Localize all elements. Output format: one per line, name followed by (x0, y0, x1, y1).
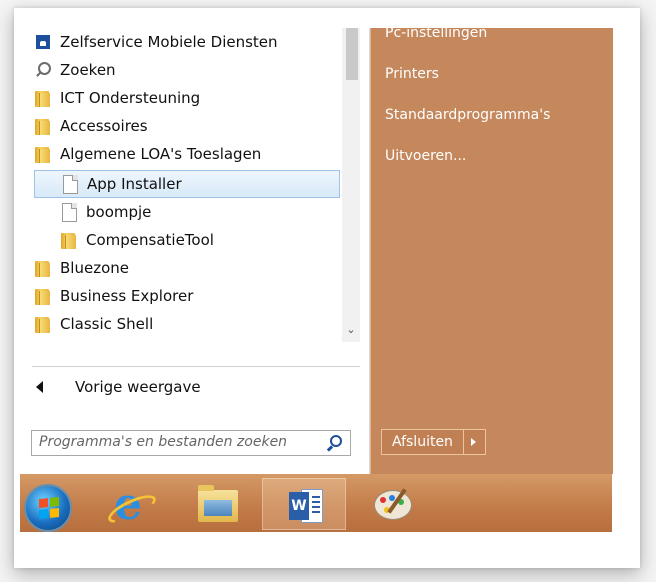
divider (32, 366, 360, 367)
chevron-down-icon[interactable]: ⌄ (342, 320, 360, 340)
taskbar-word[interactable]: W (262, 478, 346, 530)
microsoft-word-icon: W (289, 489, 325, 523)
shutdown-control: Afsluiten (381, 429, 486, 455)
start-menu-left-pane: Zelfservice Mobiele Diensten Zoeken ICT … (20, 28, 370, 474)
link-default-programs[interactable]: Standaardprogramma's (385, 107, 550, 123)
start-menu-right-pane: Pc-instellingen Printers Standaardprogra… (370, 25, 613, 474)
document-icon (61, 175, 79, 194)
start-menu: Zelfservice Mobiele Diensten Zoeken ICT … (20, 25, 613, 474)
taskbar: e W (20, 474, 612, 532)
folder-icon (34, 287, 52, 305)
shutdown-options-arrow-icon[interactable] (463, 429, 486, 455)
internet-explorer-icon: e (108, 483, 148, 527)
list-item-label: Business Explorer (60, 287, 194, 305)
list-item-business-explorer[interactable]: Business Explorer (34, 282, 193, 310)
shutdown-button[interactable]: Afsluiten (381, 429, 464, 455)
list-item-ict-ondersteuning[interactable]: ICT Ondersteuning (34, 84, 200, 112)
back-button[interactable]: Vorige weergave (36, 373, 201, 401)
folder-icon (34, 315, 52, 333)
list-item-label: Algemene LOA's Toeslagen (60, 145, 262, 163)
folder-icon (34, 259, 52, 277)
back-arrow-icon (36, 381, 43, 393)
program-list: Zelfservice Mobiele Diensten Zoeken ICT … (20, 28, 350, 342)
folder-icon (34, 145, 52, 163)
taskbar-paint[interactable] (348, 478, 432, 530)
start-button[interactable] (20, 478, 80, 532)
list-item-boompje[interactable]: boompje (60, 198, 151, 226)
list-item-label: App Installer (87, 175, 182, 193)
list-item-label: boompje (86, 203, 152, 221)
list-item-bluezone[interactable]: Bluezone (34, 254, 129, 282)
paint-palette-icon (374, 490, 412, 520)
list-item-label: Bluezone (60, 259, 129, 277)
link-printers[interactable]: Printers (385, 66, 439, 82)
list-item-label: ICT Ondersteuning (60, 89, 201, 107)
list-item-app-installer[interactable]: App Installer (34, 170, 340, 198)
folder-icon (34, 89, 52, 107)
mobile-services-icon (34, 33, 52, 51)
document-icon (60, 203, 78, 222)
list-item-label: Zoeken (60, 61, 116, 79)
list-item-label: Zelfservice Mobiele Diensten (60, 33, 278, 51)
folder-icon (34, 117, 52, 135)
list-item-accessoires[interactable]: Accessoires (34, 112, 148, 140)
link-run[interactable]: Uitvoeren... (385, 148, 466, 164)
search-icon (34, 61, 52, 79)
folder-icon (60, 231, 78, 249)
list-item-compensatietool[interactable]: CompensatieTool (60, 226, 214, 254)
windows-start-orb-icon (24, 484, 72, 532)
scrollbar-thumb[interactable] (346, 28, 358, 80)
taskbar-file-explorer[interactable] (176, 478, 260, 530)
search-icon[interactable] (326, 435, 342, 451)
list-item-zoeken[interactable]: Zoeken (34, 56, 116, 84)
taskbar-internet-explorer[interactable]: e (90, 478, 174, 530)
list-item-label: CompensatieTool (86, 231, 214, 249)
list-item-label: Accessoires (60, 117, 148, 135)
list-item-algemene-loas[interactable]: Algemene LOA's Toeslagen (34, 140, 261, 168)
search-placeholder: Programma's en bestanden zoeken (39, 434, 288, 450)
list-item-zelfservice[interactable]: Zelfservice Mobiele Diensten (34, 28, 278, 56)
list-item-classic-shell[interactable]: Classic Shell (34, 310, 153, 338)
list-item-label: Classic Shell (60, 315, 154, 333)
file-explorer-icon (198, 485, 238, 522)
back-label: Vorige weergave (75, 378, 201, 396)
program-list-scrollbar[interactable]: ⌄ (342, 28, 360, 342)
search-input[interactable]: Programma's en bestanden zoeken (31, 430, 351, 456)
link-pc-settings[interactable]: Pc-instellingen (385, 25, 487, 41)
